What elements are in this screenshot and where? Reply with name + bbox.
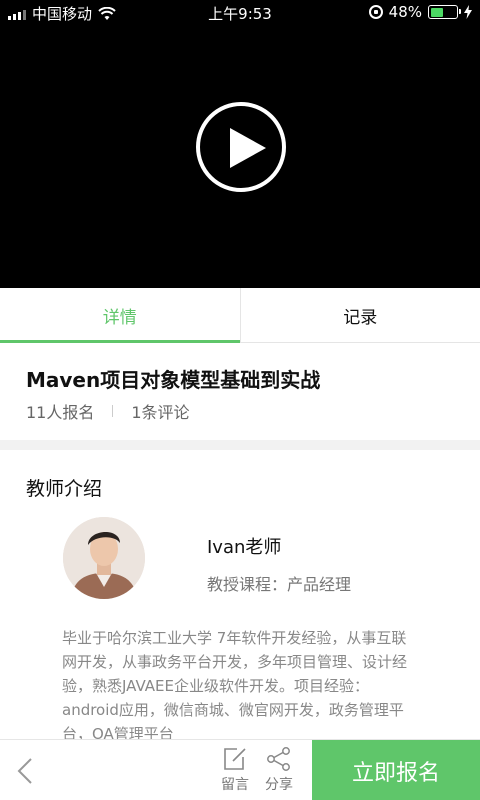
share-icon [267, 747, 290, 771]
signup-button[interactable]: 立即报名 [312, 740, 480, 800]
teacher-name: Ivan老师 [207, 537, 282, 558]
section-divider [0, 440, 480, 450]
comment-label: 留言 [221, 777, 249, 793]
play-icon [230, 128, 266, 168]
charging-icon [464, 5, 472, 19]
course-meta: 11人报名 1条评论 [26, 399, 190, 423]
tab-bar: 详情 记录 [0, 288, 480, 343]
course-header: Maven项目对象模型基础到实战 11人报名 1条评论 [0, 344, 480, 440]
teacher-avatar [63, 517, 145, 599]
video-player[interactable] [0, 24, 480, 288]
comment-button[interactable]: 留言 [214, 746, 256, 794]
edit-note-icon [224, 748, 246, 770]
tab-records[interactable]: 记录 [239, 288, 480, 342]
play-button[interactable] [196, 102, 286, 192]
course-title: Maven项目对象模型基础到实战 [26, 368, 321, 392]
teacher-section-title: 教师介绍 [26, 478, 103, 500]
meta-divider [112, 405, 114, 417]
teacher-bio: 毕业于哈尔滨工业大学 7年软件开发经验，从事互联网开发，从事政务平台开发，多年项… [62, 629, 408, 743]
rotation-lock-icon [368, 5, 383, 19]
enrolled-count: 11人报名 [26, 403, 95, 422]
bottom-action-bar: 留言 分享 立即报名 [0, 739, 480, 800]
tab-details[interactable]: 详情 [0, 288, 240, 343]
back-button[interactable] [12, 756, 42, 786]
share-label: 分享 [265, 777, 293, 793]
status-bar: 中国移动 上午9:53 48% [0, 0, 480, 24]
battery-icon [428, 5, 461, 19]
comment-count: 1条评论 [131, 403, 190, 422]
chevron-left-icon [17, 758, 32, 784]
teacher-course: 教授课程：产品经理 [207, 575, 352, 594]
share-button[interactable]: 分享 [258, 746, 300, 794]
battery-percent: 48% [388, 3, 422, 21]
status-right: 48% [368, 3, 472, 21]
